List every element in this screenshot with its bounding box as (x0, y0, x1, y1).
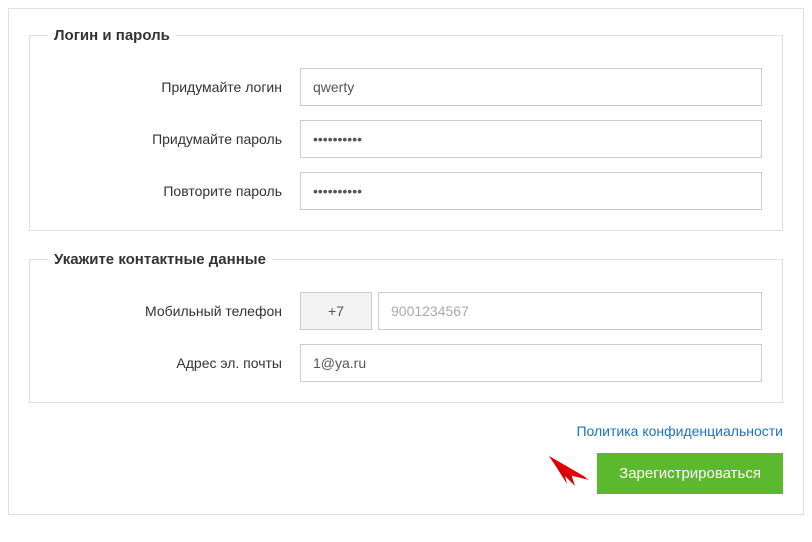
form-actions: Политика конфиденциальности Зарегистриро… (29, 423, 783, 494)
contact-legend: Укажите контактные данные (48, 251, 272, 268)
password-repeat-label: Повторите пароль (50, 183, 300, 199)
login-credentials-fieldset: Логин и пароль Придумайте логин Придумай… (29, 27, 783, 231)
login-input-wrap (300, 68, 762, 106)
login-input[interactable] (300, 68, 762, 106)
email-input[interactable] (300, 344, 762, 382)
password-input[interactable] (300, 120, 762, 158)
login-label: Придумайте логин (50, 79, 300, 95)
privacy-policy-link[interactable]: Политика конфиденциальности (576, 423, 783, 439)
password-row: Придумайте пароль (50, 120, 762, 158)
register-button[interactable]: Зарегистрироваться (597, 453, 783, 494)
arrow-annotation-icon (547, 454, 591, 488)
password-repeat-input[interactable] (300, 172, 762, 210)
login-legend: Логин и пароль (48, 27, 176, 44)
phone-row: Мобильный телефон +7 (50, 292, 762, 330)
phone-prefix: +7 (300, 292, 372, 330)
contact-details-fieldset: Укажите контактные данные Мобильный теле… (29, 251, 783, 403)
password-repeat-input-wrap (300, 172, 762, 210)
password-repeat-row: Повторите пароль (50, 172, 762, 210)
phone-input[interactable] (378, 292, 762, 330)
login-row: Придумайте логин (50, 68, 762, 106)
password-label: Придумайте пароль (50, 131, 300, 147)
email-input-wrap (300, 344, 762, 382)
phone-input-wrap: +7 (300, 292, 762, 330)
phone-label: Мобильный телефон (50, 303, 300, 319)
password-input-wrap (300, 120, 762, 158)
email-label: Адрес эл. почты (50, 355, 300, 371)
registration-form: Логин и пароль Придумайте логин Придумай… (8, 8, 804, 515)
email-row: Адрес эл. почты (50, 344, 762, 382)
